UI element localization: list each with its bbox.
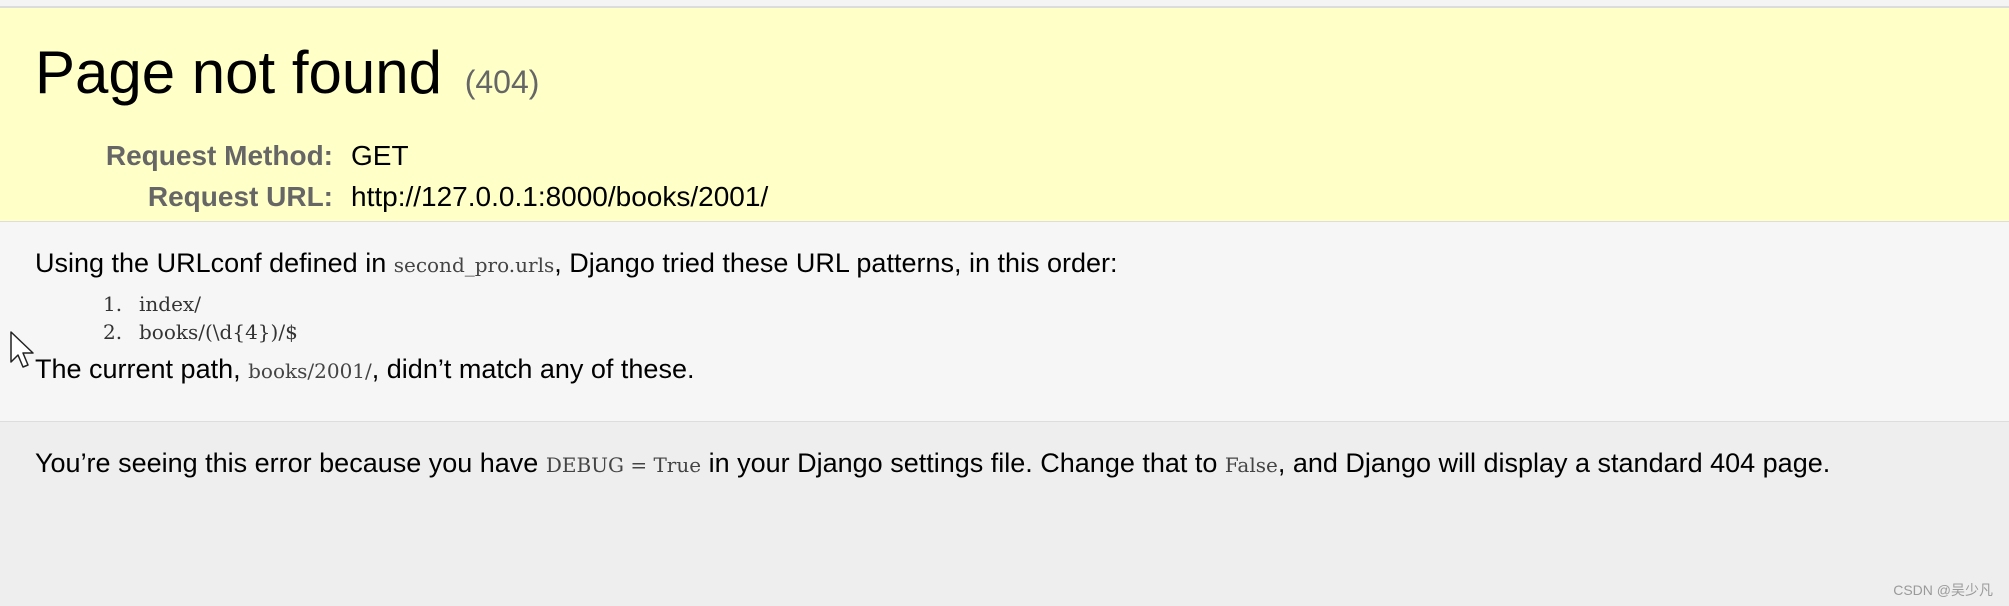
status-code: (404) xyxy=(464,64,540,100)
info-section: Using the URLconf defined in second_pro.… xyxy=(0,222,2009,422)
explanation-part-2: in your Django settings file. Change tha… xyxy=(701,448,1225,478)
list-item: 1. index/ xyxy=(103,290,1974,318)
url-pattern: books/(\d{4})/$ xyxy=(139,320,298,344)
request-method-row: Request Method: GET xyxy=(35,135,768,176)
current-path-suffix: , didn’t match any of these. xyxy=(371,354,695,384)
current-path-message: The current path, books/2001/, didn’t ma… xyxy=(35,348,1974,392)
urlconf-intro: Using the URLconf defined in second_pro.… xyxy=(35,242,1974,286)
pattern-number: 1. xyxy=(103,292,123,316)
pattern-number: 2. xyxy=(103,320,123,344)
explanation-part-3: , and Django will display a standard 404… xyxy=(1277,448,1831,478)
page-title-text: Page not found xyxy=(35,39,443,106)
current-path-prefix: The current path, xyxy=(35,354,249,384)
request-meta-table: Request Method: GET Request URL: http://… xyxy=(35,135,768,217)
summary-section: Page not found (404) Request Method: GET… xyxy=(0,8,2009,222)
urlconf-intro-suffix: , Django tried these URL patterns, in th… xyxy=(554,248,1118,278)
page-title: Page not found (404) xyxy=(35,34,1974,121)
request-url-label: Request URL: xyxy=(147,180,333,212)
list-item: 2. books/(\d{4})/$ xyxy=(103,318,1974,346)
browser-top-border xyxy=(0,0,2009,8)
debug-explanation: You’re seeing this error because you hav… xyxy=(35,442,1974,486)
explanation-section: You’re seeing this error because you hav… xyxy=(0,422,2009,606)
url-pattern-list: 1. index/ 2. books/(\d{4})/$ xyxy=(35,290,1974,346)
request-method-value: GET xyxy=(351,139,409,171)
current-path: books/2001/ xyxy=(248,359,372,383)
urlconf-name: second_pro.urls xyxy=(393,253,555,277)
urlconf-intro-prefix: Using the URLconf defined in xyxy=(35,248,394,278)
request-method-label: Request Method: xyxy=(105,139,333,171)
request-url-value: http://127.0.0.1:8000/books/2001/ xyxy=(351,180,769,212)
csdn-watermark: CSDN @吴少凡 xyxy=(1893,582,1993,598)
url-pattern: index/ xyxy=(139,292,201,316)
mouse-pointer-icon xyxy=(10,331,34,368)
debug-setting-code: DEBUG = True xyxy=(545,453,702,477)
request-url-row: Request URL: http://127.0.0.1:8000/books… xyxy=(35,176,768,217)
explanation-part-1: You’re seeing this error because you hav… xyxy=(35,448,546,478)
false-value-code: False xyxy=(1224,453,1278,477)
